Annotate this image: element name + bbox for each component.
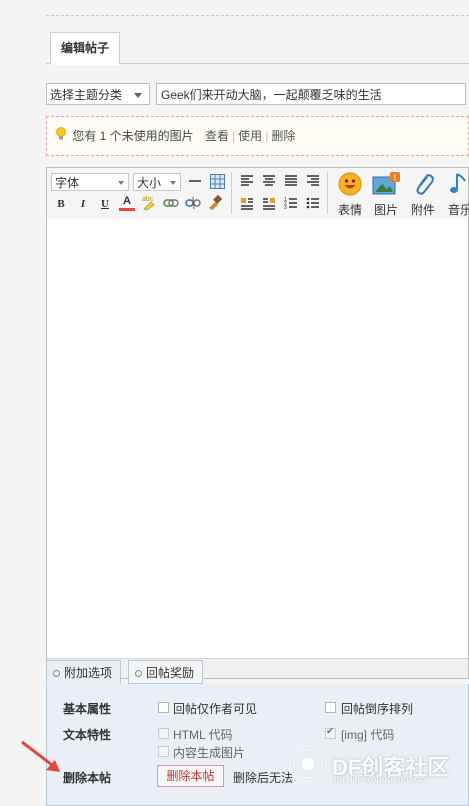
chevron-down-icon (118, 181, 124, 185)
img-code-checkbox[interactable] (325, 726, 336, 739)
align-justify-icon[interactable] (283, 174, 299, 190)
watermark-url: mc.DFRobot.com.cn (334, 774, 426, 785)
image-label: 图片 (373, 203, 398, 217)
horizontal-rule-button[interactable] (187, 174, 203, 190)
toolbar-divider (327, 172, 328, 214)
tab-bar: 编辑帖子 (46, 30, 469, 65)
subject-row: 选择主题分类 Geek们来开动大脑，一起颠覆乏味的生活 (46, 83, 469, 107)
paperclip-icon (416, 174, 434, 195)
notice-text: 您有 1 个未使用的图片 (72, 129, 194, 143)
align-right-icon[interactable] (305, 174, 321, 190)
tab-edit-post[interactable]: 编辑帖子 (50, 32, 121, 65)
image-button[interactable]: ! 图片 (371, 171, 401, 218)
bullet-icon (135, 670, 142, 678)
basic-attributes-label: 基本属性 (63, 702, 112, 716)
use-link[interactable]: 使用 (238, 129, 262, 143)
generate-image-label: 内容生成图片 (173, 746, 246, 760)
tab-reply-reward-label: 回帖奖励 (146, 666, 195, 680)
svg-text:3: 3 (284, 205, 287, 210)
watermark: DF创客社区 mc.DFRobot.com.cn (284, 744, 469, 785)
svg-text:abc: abc (142, 196, 154, 203)
view-link[interactable]: 查看 (205, 129, 229, 143)
subject-input[interactable]: Geek们来开动大脑，一起颠覆乏味的生活 (156, 83, 466, 105)
size-select[interactable]: 大小 (133, 173, 181, 191)
align-left-icon[interactable] (239, 174, 255, 190)
delete-link[interactable]: 删除 (271, 129, 295, 143)
options-tab-bar: 附加选项 回帖奖励 (46, 658, 469, 685)
reply-author-only-label: 回帖仅作者可见 (173, 702, 258, 716)
red-arrow-annotation-icon (21, 740, 60, 772)
html-code-checkbox[interactable] (158, 728, 169, 739)
music-button[interactable]: 音乐 (445, 171, 469, 218)
reply-reverse-label: 回帖倒序排列 (341, 702, 414, 716)
attachment-label: 附件 (410, 203, 435, 217)
italic-button[interactable]: I (75, 196, 91, 212)
link-icon[interactable] (163, 196, 179, 212)
bold-button[interactable]: B (53, 196, 69, 212)
smiley-icon (338, 172, 362, 196)
tab-extra-options-label: 附加选项 (64, 666, 113, 680)
svg-text:!: ! (394, 174, 397, 183)
rich-text-editor: 字体 大小 B I U A abc 1 2 3 表情 ! 图片 附件 音乐 (46, 167, 469, 679)
emoji-button[interactable]: 表情 (335, 171, 365, 218)
img-code-label: [img] 代码 (341, 728, 395, 742)
delete-post-button[interactable]: 删除本帖 (157, 765, 224, 787)
underline-button[interactable]: U (97, 196, 113, 212)
font-select-value: 字体 (55, 176, 80, 190)
generate-image-checkbox[interactable] (158, 746, 169, 757)
emoji-label: 表情 (337, 203, 362, 217)
topic-category-value: 选择主题分类 (50, 88, 123, 102)
delete-post-label: 删除本帖 (63, 771, 112, 785)
format-painter-icon[interactable] (207, 194, 223, 210)
unlink-icon[interactable] (185, 196, 201, 212)
music-note-icon (450, 173, 466, 193)
float-left-icon[interactable] (239, 196, 255, 212)
reply-author-only-checkbox[interactable] (158, 702, 169, 713)
attachment-button[interactable]: 附件 (408, 171, 438, 218)
font-select[interactable]: 字体 (51, 173, 129, 191)
music-label: 音乐 (447, 203, 469, 217)
tab-reply-reward[interactable]: 回帖奖励 (128, 660, 204, 684)
image-icon: ! (372, 172, 400, 195)
size-select-value: 大小 (137, 176, 162, 190)
unused-image-notice: 您有 1 个未使用的图片 查看 | 使用 | 删除 (46, 116, 469, 156)
dfrobot-logo-icon (290, 746, 326, 782)
table-button[interactable] (209, 174, 225, 190)
unordered-list-icon[interactable] (305, 196, 321, 212)
tab-extra-options[interactable]: 附加选项 (46, 660, 122, 684)
top-divider (46, 15, 469, 16)
ordered-list-icon[interactable]: 123 (283, 196, 299, 212)
lightbulb-icon (55, 118, 67, 156)
chevron-down-icon (134, 93, 142, 98)
text-features-label: 文本特性 (63, 728, 112, 742)
reply-reverse-checkbox[interactable] (325, 702, 336, 713)
align-center-icon[interactable] (261, 174, 277, 190)
edit-post-form: 编辑帖子 选择主题分类 Geek们来开动大脑，一起颠覆乏味的生活 您有 1 个未… (46, 30, 469, 806)
html-code-label: HTML 代码 (173, 728, 233, 742)
editor-content-area[interactable] (47, 219, 468, 658)
editor-toolbar: 字体 大小 B I U A abc 1 2 3 表情 ! 图片 附件 音乐 (47, 168, 469, 220)
float-right-icon[interactable] (261, 196, 277, 212)
toolbar-divider (231, 172, 232, 214)
topic-category-select[interactable]: 选择主题分类 (46, 83, 150, 105)
highlight-icon[interactable]: abc (141, 194, 157, 211)
chevron-down-icon (170, 181, 176, 185)
bullet-icon (53, 670, 60, 678)
font-color-button[interactable]: A (119, 194, 135, 211)
